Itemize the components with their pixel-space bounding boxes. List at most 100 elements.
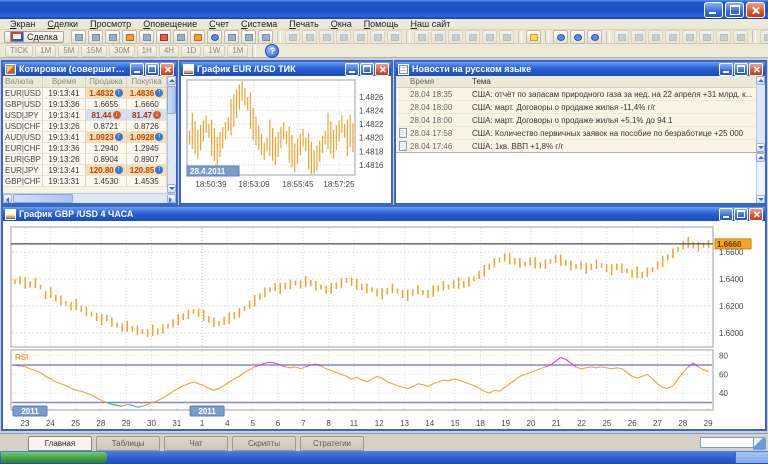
window-close-all-icon[interactable]: [387, 30, 402, 44]
currency-converter-icon[interactable]: [190, 30, 205, 44]
menu-screen[interactable]: Экран: [4, 19, 41, 30]
quotes-close-button[interactable]: [160, 63, 174, 76]
main-chart-titlebar[interactable]: График GBP /USD 4 ЧАСА: [3, 207, 765, 221]
timeframe-1h-5[interactable]: 1H: [137, 45, 157, 57]
send-command-button[interactable]: [753, 437, 766, 450]
scroll-up-button[interactable]: [167, 76, 176, 85]
lamp-icon[interactable]: [526, 30, 541, 44]
zoom-out-icon[interactable]: [587, 30, 602, 44]
news-row-2[interactable]: 28.04 18:00США: март. Договоры о продаже…: [396, 114, 756, 127]
scroll-left-button[interactable]: [3, 194, 12, 203]
tab-main[interactable]: Главная: [28, 436, 92, 451]
trendline-icon[interactable]: [665, 30, 680, 44]
main-chart-canvas[interactable]: 2324252829303114567811121314151819202122…: [3, 221, 765, 429]
profile-load-icon[interactable]: [370, 30, 385, 44]
regression-icon[interactable]: [716, 30, 731, 44]
quote-row-usdjpy[interactable]: USD|JPY19:13:4181.44↓81.47↓: [3, 110, 167, 121]
zoom-in-icon[interactable]: [570, 30, 585, 44]
news-column-topic[interactable]: Тема: [472, 77, 756, 86]
app-titlebar[interactable]: [0, 0, 768, 19]
main-maximize-button[interactable]: [734, 208, 748, 221]
printer-icon[interactable]: [224, 30, 239, 44]
timeframe-1w-8[interactable]: 1W: [203, 45, 225, 57]
menu-our-site[interactable]: Наш сайт: [404, 19, 456, 30]
news-doc-icon[interactable]: [156, 30, 171, 44]
save-icon[interactable]: [431, 30, 446, 44]
main-minimize-button[interactable]: [719, 208, 733, 221]
tab-tables[interactable]: Таблицы: [96, 436, 160, 451]
copy-icon[interactable]: [448, 30, 463, 44]
quotes-column-header[interactable]: Время: [43, 76, 86, 88]
app-minimize-button[interactable]: [704, 2, 723, 18]
quotes-column-header[interactable]: Валюта: [3, 76, 43, 88]
menu-deals[interactable]: Сделки: [41, 19, 84, 30]
notes-icon[interactable]: [241, 30, 256, 44]
chart-style-bars-icon[interactable]: [760, 30, 768, 44]
angle-line-icon[interactable]: [699, 30, 714, 44]
scroll-up-button[interactable]: [756, 76, 765, 85]
text-label-icon[interactable]: [733, 30, 748, 44]
scroll-down-button[interactable]: [756, 195, 765, 203]
tick-chart-canvas[interactable]: 18:50:3918:53:0918:55:4518:57:251.48261.…: [181, 76, 391, 203]
window-cascade-icon[interactable]: [302, 30, 317, 44]
timeframe-1m-1[interactable]: 1M: [35, 45, 56, 57]
menu-print[interactable]: Печать: [283, 19, 324, 30]
menu-view[interactable]: Просмотр: [84, 19, 137, 30]
menu-alerts[interactable]: Оповещение: [137, 19, 203, 30]
quote-row-gbpchf[interactable]: GBP|CHF19:13:311.45301.4535: [3, 176, 167, 187]
undo-icon[interactable]: [499, 30, 514, 44]
tick-minimize-button[interactable]: [345, 63, 359, 76]
scroll-down-button[interactable]: [756, 143, 765, 152]
chart-object-icon[interactable]: [88, 30, 103, 44]
tick-chart-titlebar[interactable]: График EUR /USD ТИК: [181, 62, 391, 76]
news-row-0[interactable]: 28.04 18:35США: отчёт по запасам природн…: [396, 88, 756, 101]
quotes-vertical-scrollbar[interactable]: [167, 76, 176, 193]
news-row-3[interactable]: 28.04 17:58США: Количество первичных зая…: [396, 127, 756, 140]
command-input[interactable]: [700, 437, 754, 448]
vertical-line-icon[interactable]: [631, 30, 646, 44]
tab-strategies[interactable]: Стратегии: [300, 436, 364, 451]
quotes-minimize-button[interactable]: [130, 63, 144, 76]
quote-row-audusd[interactable]: AUD|USD19:13:411.0923↑1.0928↑: [3, 132, 167, 143]
scroll-thumb[interactable]: [13, 194, 73, 203]
window-new-icon[interactable]: [285, 30, 300, 44]
main-close-button[interactable]: [749, 208, 763, 221]
news-close-button[interactable]: [749, 63, 763, 76]
timeframe-30m-4[interactable]: 30M: [109, 45, 135, 57]
app-close-button[interactable]: [746, 2, 765, 18]
folder-open-icon[interactable]: [414, 30, 429, 44]
quote-row-usdchf[interactable]: USD|CHF19:13:260.87210.8726: [3, 121, 167, 132]
quote-row-gbpusd[interactable]: GBP|USD19:13:361.66551.6660: [3, 99, 167, 110]
timeframe-tick-0[interactable]: TICK: [5, 45, 33, 57]
news-column-time[interactable]: Время: [410, 77, 472, 86]
scroll-thumb[interactable]: [167, 86, 176, 114]
detail-vertical-scrollbar[interactable]: [756, 153, 765, 203]
alarm-icon[interactable]: [122, 30, 137, 44]
quotes-horizontal-scrollbar[interactable]: [3, 193, 176, 203]
app-maximize-button[interactable]: [725, 2, 744, 18]
tick-maximize-button[interactable]: [360, 63, 374, 76]
quotes-column-header[interactable]: Продажа: [86, 76, 127, 88]
tab-scripts[interactable]: Скрипты: [232, 436, 296, 451]
deal-window-icon[interactable]: [71, 30, 86, 44]
horizontal-line-icon[interactable]: [648, 30, 663, 44]
news-window-titlebar[interactable]: Новости на русском языке: [396, 62, 765, 76]
timeframe-1m-9[interactable]: 1M: [227, 45, 248, 57]
tick-close-button[interactable]: [375, 63, 389, 76]
settings-gear-icon[interactable]: [336, 30, 351, 44]
timeframe-5m-2[interactable]: 5M: [58, 45, 79, 57]
scroll-down-button[interactable]: [167, 184, 176, 193]
menu-system[interactable]: Система: [235, 19, 283, 30]
quotes-column-header[interactable]: Покупка: [127, 76, 167, 88]
timeframe-15m-3[interactable]: 15M: [81, 45, 107, 57]
scroll-right-button[interactable]: [167, 194, 176, 203]
menu-windows[interactable]: Окна: [325, 19, 358, 30]
news-vertical-scrollbar[interactable]: [756, 76, 765, 152]
window-tile-icon[interactable]: [319, 30, 334, 44]
positions-list-icon[interactable]: [139, 30, 154, 44]
filter-icon[interactable]: [553, 30, 568, 44]
quote-row-eurjpy[interactable]: EUR|JPY19:13:41120.80↑120.85↑: [3, 165, 167, 176]
help-icon[interactable]: ?: [265, 44, 279, 58]
quotes-maximize-button[interactable]: [145, 63, 159, 76]
timeframe-1d-7[interactable]: 1D: [181, 45, 201, 57]
